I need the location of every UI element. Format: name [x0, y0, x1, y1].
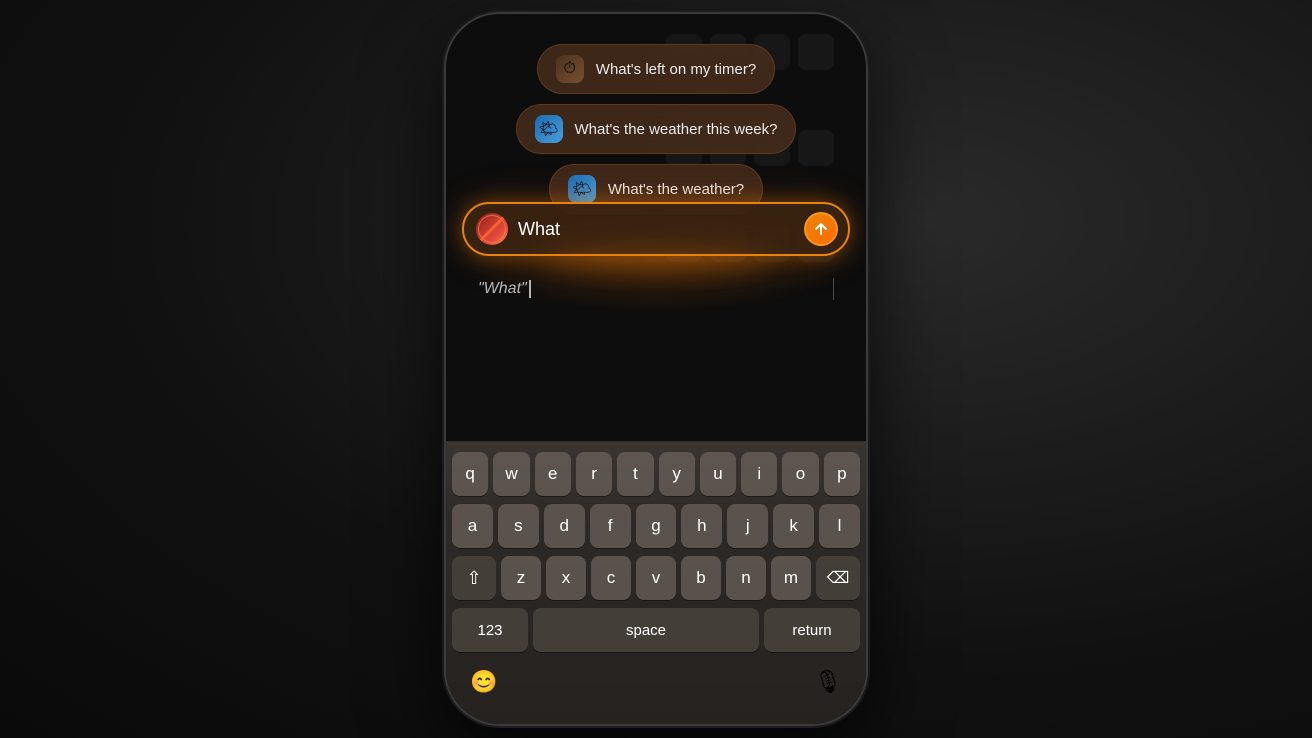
- siri-logo: [476, 213, 508, 245]
- shift-key[interactable]: ⇧: [452, 556, 496, 600]
- keyboard-row-4: 123 space return: [452, 608, 860, 652]
- siri-logo-border: [478, 215, 506, 243]
- space-key[interactable]: space: [533, 608, 759, 652]
- key-g[interactable]: g: [636, 504, 677, 548]
- suggestion-timer[interactable]: ⏱ What's left on my timer?: [537, 44, 775, 94]
- key-w[interactable]: w: [493, 452, 529, 496]
- phone-shell: ⏱ What's left on my timer? 🌤 What's the …: [446, 14, 866, 724]
- autocomplete-suggestion: "What": [478, 280, 527, 298]
- key-e[interactable]: e: [535, 452, 571, 496]
- key-t[interactable]: t: [617, 452, 653, 496]
- key-b[interactable]: b: [681, 556, 721, 600]
- delete-key[interactable]: ⌫: [816, 556, 860, 600]
- suggestion-weather-text: What's the weather?: [608, 181, 744, 198]
- timer-icon: ⏱: [556, 55, 584, 83]
- key-x[interactable]: x: [546, 556, 586, 600]
- key-l[interactable]: l: [819, 504, 860, 548]
- input-glow: [540, 251, 773, 271]
- key-c[interactable]: c: [591, 556, 631, 600]
- siri-suggestions: ⏱ What's left on my timer? 🌤 What's the …: [470, 44, 842, 214]
- suggestion-timer-text: What's left on my timer?: [596, 61, 756, 78]
- key-h[interactable]: h: [681, 504, 722, 548]
- keyboard-rows: q w e r t y u i o p a s d f g: [452, 452, 860, 652]
- autocomplete-divider: [833, 278, 834, 300]
- key-u[interactable]: u: [700, 452, 736, 496]
- phone-background: ⏱ What's left on my timer? 🌤 What's the …: [446, 14, 866, 724]
- keyboard: q w e r t y u i o p a s d f g: [446, 441, 866, 724]
- key-d[interactable]: d: [544, 504, 585, 548]
- emoji-button[interactable]: 😊: [462, 660, 506, 704]
- key-r[interactable]: r: [576, 452, 612, 496]
- weather-icon: 🌤: [568, 175, 596, 203]
- suggestion-weather-week-text: What's the weather this week?: [575, 121, 778, 138]
- autocomplete-area: "What": [462, 272, 850, 306]
- return-key[interactable]: return: [764, 608, 860, 652]
- keyboard-row-1: q w e r t y u i o p: [452, 452, 860, 496]
- key-o[interactable]: o: [782, 452, 818, 496]
- key-i[interactable]: i: [741, 452, 777, 496]
- siri-input-bar[interactable]: What: [462, 202, 850, 256]
- key-s[interactable]: s: [498, 504, 539, 548]
- key-p[interactable]: p: [824, 452, 860, 496]
- siri-submit-button[interactable]: [804, 212, 838, 246]
- keyboard-row-2: a s d f g h j k l: [452, 504, 860, 548]
- key-q[interactable]: q: [452, 452, 488, 496]
- key-a[interactable]: a: [452, 504, 493, 548]
- key-j[interactable]: j: [727, 504, 768, 548]
- key-v[interactable]: v: [636, 556, 676, 600]
- key-m[interactable]: m: [771, 556, 811, 600]
- numbers-key[interactable]: 123: [452, 608, 528, 652]
- key-z[interactable]: z: [501, 556, 541, 600]
- suggestion-weather-week[interactable]: 🌤 What's the weather this week?: [516, 104, 797, 154]
- key-f[interactable]: f: [590, 504, 631, 548]
- siri-input-area: What: [462, 202, 850, 256]
- keyboard-bottom-row: 😊 🎙: [452, 652, 860, 724]
- weather-week-icon: 🌤: [535, 115, 563, 143]
- text-cursor: [529, 280, 531, 298]
- microphone-button[interactable]: 🎙: [806, 660, 850, 704]
- siri-input-text[interactable]: What: [518, 219, 794, 240]
- key-k[interactable]: k: [773, 504, 814, 548]
- keyboard-row-3: ⇧ z x c v b n m ⌫: [452, 556, 860, 600]
- key-y[interactable]: y: [659, 452, 695, 496]
- key-n[interactable]: n: [726, 556, 766, 600]
